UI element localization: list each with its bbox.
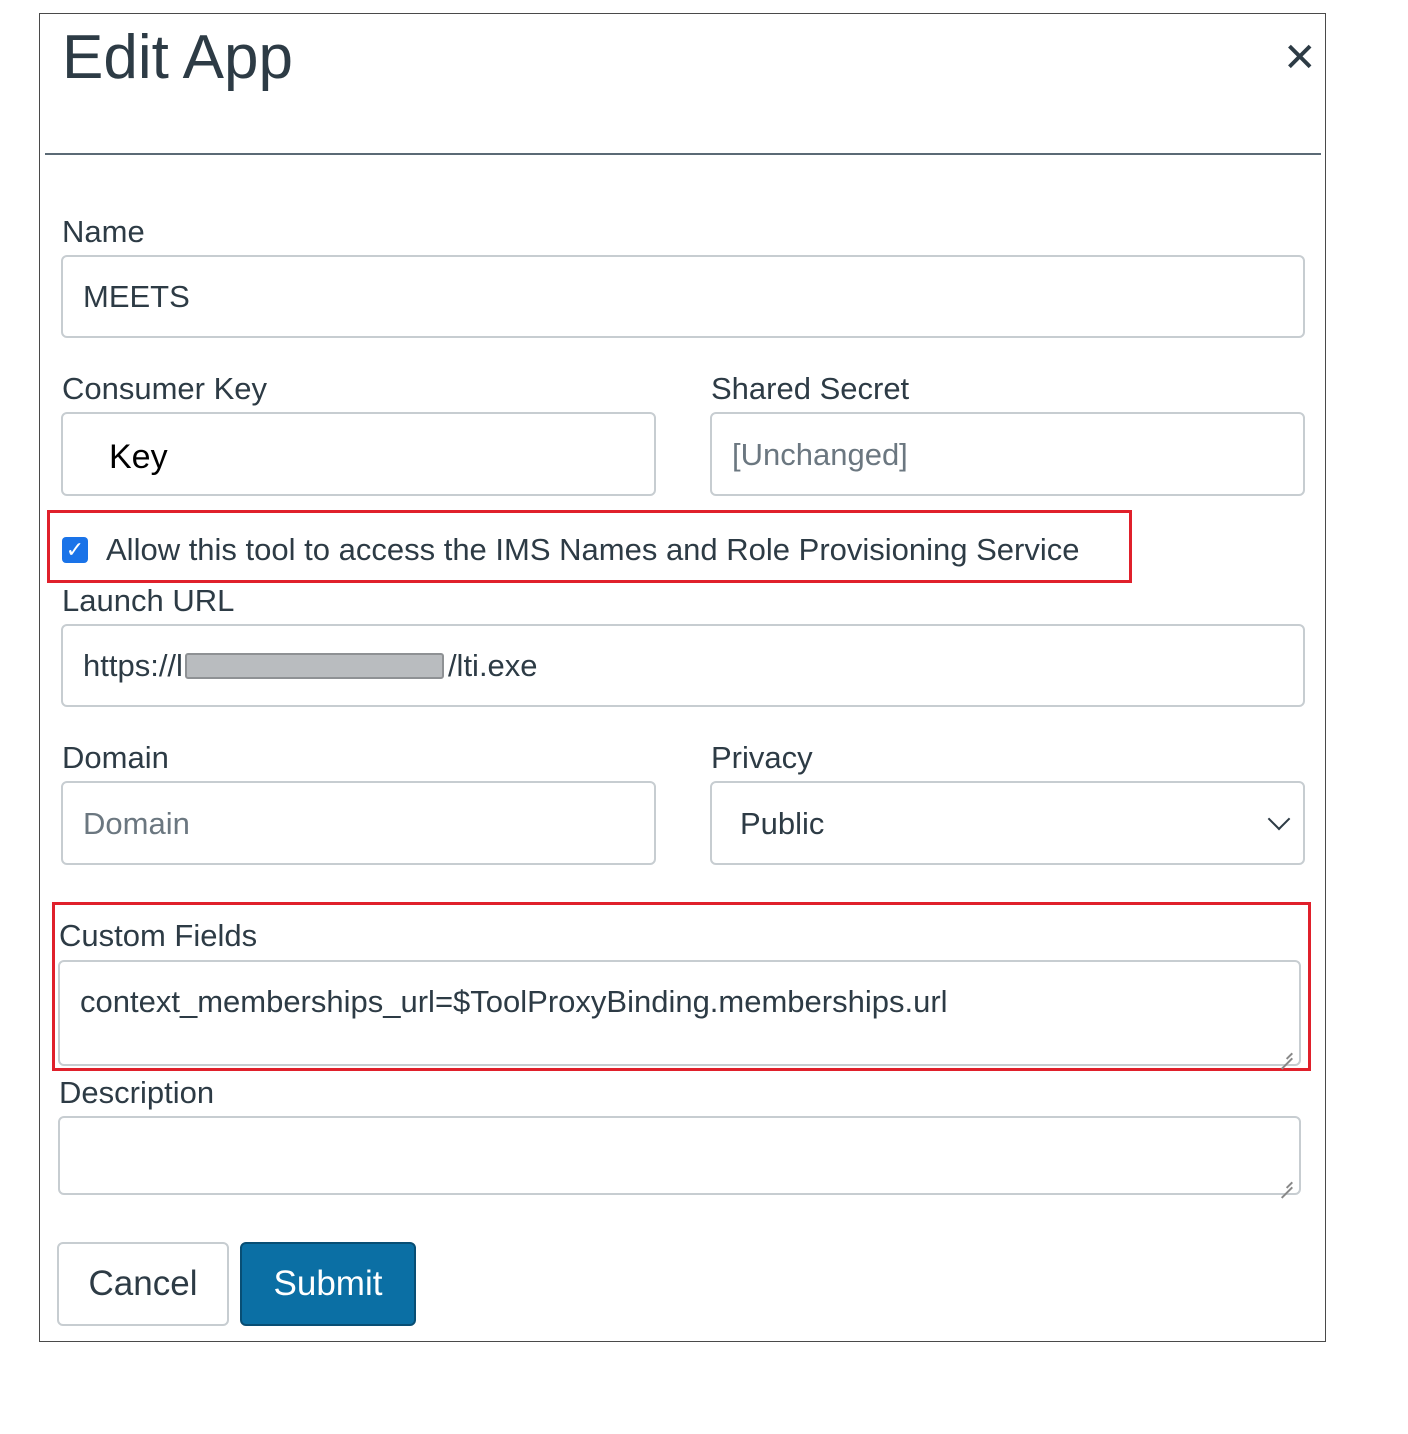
domain-placeholder: Domain bbox=[83, 805, 190, 841]
ims-checkbox[interactable]: ✓ bbox=[62, 537, 88, 563]
description-label: Description bbox=[59, 1075, 215, 1110]
resize-handle-icon[interactable] bbox=[1281, 1176, 1293, 1188]
ims-checkbox-label: Allow this tool to access the IMS Names … bbox=[106, 532, 1080, 567]
shared-secret-label: Shared Secret bbox=[711, 371, 910, 406]
consumer-key-input[interactable]: Key bbox=[61, 412, 656, 496]
name-label: Name bbox=[62, 214, 145, 249]
consumer-key-value: Key bbox=[109, 438, 168, 476]
privacy-label: Privacy bbox=[711, 740, 813, 775]
privacy-select[interactable]: Public bbox=[710, 781, 1305, 865]
domain-input[interactable]: Domain bbox=[61, 781, 656, 865]
custom-fields-textarea[interactable]: context_memberships_url=$ToolProxyBindin… bbox=[58, 960, 1301, 1066]
submit-button[interactable]: Submit bbox=[240, 1242, 416, 1326]
consumer-key-label: Consumer Key bbox=[62, 371, 268, 406]
launch-url-label: Launch URL bbox=[62, 583, 235, 618]
redacted-blur bbox=[184, 652, 444, 679]
custom-fields-label: Custom Fields bbox=[59, 918, 258, 953]
launch-url-input[interactable]: https://l/lti.exe bbox=[61, 624, 1305, 707]
privacy-selected-value: Public bbox=[740, 805, 825, 841]
close-icon[interactable]: ✕ bbox=[1283, 38, 1317, 78]
chevron-down-icon bbox=[1267, 807, 1291, 831]
header-divider bbox=[45, 153, 1321, 155]
domain-label: Domain bbox=[62, 740, 169, 775]
name-input[interactable]: MEETS bbox=[61, 255, 1305, 338]
shared-secret-placeholder: [Unchanged] bbox=[732, 436, 908, 472]
dialog-title: Edit App bbox=[62, 23, 293, 92]
shared-secret-input[interactable]: [Unchanged] bbox=[710, 412, 1305, 496]
checkmark-icon: ✓ bbox=[65, 537, 85, 562]
launch-url-suffix: /lti.exe bbox=[447, 648, 538, 683]
name-value: MEETS bbox=[83, 279, 190, 314]
cancel-button[interactable]: Cancel bbox=[57, 1242, 229, 1326]
resize-handle-icon[interactable] bbox=[1281, 1047, 1293, 1059]
description-textarea[interactable] bbox=[58, 1116, 1301, 1195]
custom-fields-value: context_memberships_url=$ToolProxyBindin… bbox=[80, 984, 948, 1019]
launch-url-prefix: https://l bbox=[83, 648, 183, 683]
